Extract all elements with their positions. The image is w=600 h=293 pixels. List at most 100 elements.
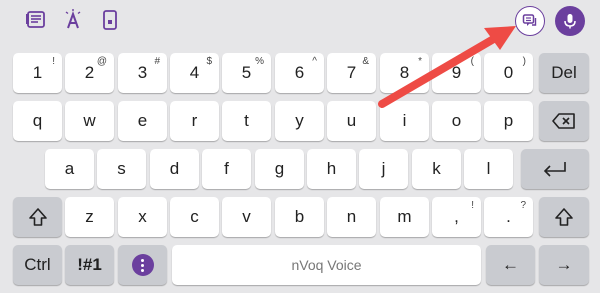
key-t[interactable]: t (222, 101, 271, 141)
key-h[interactable]: h (307, 149, 356, 189)
zxcv-row: z x c v b n m ,! .? (0, 197, 600, 239)
key-main-label: 4 (189, 63, 200, 82)
key-6[interactable]: 6 ^ (275, 53, 324, 93)
key-main-label: 1 (32, 63, 43, 82)
key-main-label: i (402, 111, 407, 130)
key-j[interactable]: j (359, 149, 408, 189)
key-x[interactable]: x (118, 197, 167, 237)
key-main-label: 3 (137, 63, 148, 82)
key-z[interactable]: z (65, 197, 114, 237)
symbols-key[interactable]: !#1 (65, 245, 114, 285)
key-main-label: 7 (346, 63, 357, 82)
voice-panel-icon[interactable] (515, 6, 545, 36)
backspace-icon (552, 113, 575, 129)
key-main-label: w (83, 111, 96, 130)
key-hint: $ (206, 56, 212, 67)
key-m[interactable]: m (380, 197, 429, 237)
key-hint: ( (470, 56, 474, 67)
key-c[interactable]: c (170, 197, 219, 237)
space-key-label: nVoq Voice (291, 257, 362, 273)
key-comma[interactable]: ,! (432, 197, 481, 237)
key-main-label: n (346, 207, 357, 226)
key-p[interactable]: p (484, 101, 533, 141)
space-key[interactable]: nVoq Voice (172, 245, 481, 285)
more-options-icon (131, 254, 154, 276)
key-u[interactable]: u (327, 101, 376, 141)
keyboard-toolbar (0, 0, 600, 40)
key-4[interactable]: 4 $ (170, 53, 219, 93)
key-1[interactable]: 1! (13, 53, 62, 93)
key-main-label: x (138, 207, 147, 226)
backspace-key[interactable] (539, 101, 589, 141)
qwerty-row: q w e r t y u i o p (0, 101, 600, 143)
number-row: 1! 2 @ 3 # 4 $ 5% 6 ^ 7 & 8 * 9( 0) Del (0, 53, 600, 95)
key-main-label: t (244, 111, 249, 130)
key-s[interactable]: s (97, 149, 146, 189)
key-main-label: r (191, 111, 198, 130)
key-hint: ! (471, 200, 474, 211)
clipboard-list-icon[interactable] (22, 6, 50, 34)
key-r[interactable]: r (170, 101, 219, 141)
del-key-label: Del (551, 63, 577, 82)
key-d[interactable]: d (150, 149, 199, 189)
key-9[interactable]: 9( (432, 53, 481, 93)
key-e[interactable]: e (118, 101, 167, 141)
key-0[interactable]: 0) (484, 53, 533, 93)
arrow-left-icon: ← (502, 255, 519, 274)
text-format-icon[interactable] (59, 6, 87, 34)
key-3[interactable]: 3 # (118, 53, 167, 93)
key-main-label: 8 (399, 63, 410, 82)
key-n[interactable]: n (327, 197, 376, 237)
phone-device-icon[interactable] (96, 6, 124, 34)
key-f[interactable]: f (202, 149, 251, 189)
key-main-label: . (506, 207, 511, 226)
ctrl-key-label: Ctrl (24, 255, 51, 274)
key-a[interactable]: a (45, 149, 94, 189)
key-main-label: 9 (451, 63, 462, 82)
key-main-label: o (451, 111, 462, 130)
key-main-label: c (190, 207, 199, 226)
key-2[interactable]: 2 @ (65, 53, 114, 93)
key-g[interactable]: g (255, 149, 304, 189)
ctrl-key[interactable]: Ctrl (13, 245, 62, 285)
key-main-label: 5 (241, 63, 252, 82)
key-hint: @ (96, 56, 107, 67)
key-main-label: y (295, 111, 304, 130)
key-5[interactable]: 5% (222, 53, 271, 93)
key-b[interactable]: b (275, 197, 324, 237)
key-main-label: p (503, 111, 514, 130)
key-o[interactable]: o (432, 101, 481, 141)
key-main-label: v (242, 207, 251, 226)
key-main-label: f (224, 159, 229, 178)
key-main-label: k (432, 159, 441, 178)
key-q[interactable]: q (13, 101, 62, 141)
key-k[interactable]: k (412, 149, 461, 189)
key-7[interactable]: 7 & (327, 53, 376, 93)
key-main-label: , (454, 207, 459, 226)
shift-key-right[interactable] (539, 197, 589, 237)
key-main-label: q (32, 111, 43, 130)
key-i[interactable]: i (380, 101, 429, 141)
options-key[interactable] (118, 245, 167, 285)
key-main-label: 2 (84, 63, 95, 82)
key-8[interactable]: 8 * (380, 53, 429, 93)
microphone-icon[interactable] (555, 6, 585, 36)
enter-key[interactable] (521, 149, 589, 189)
key-main-label: l (486, 159, 491, 178)
key-hint: * (418, 56, 422, 67)
key-y[interactable]: y (275, 101, 324, 141)
key-main-label: z (85, 207, 94, 226)
cursor-right-key[interactable]: → (539, 245, 589, 285)
key-l[interactable]: l (464, 149, 513, 189)
cursor-left-key[interactable]: ← (486, 245, 535, 285)
key-main-label: 6 (294, 63, 305, 82)
arrow-right-icon: → (555, 255, 573, 274)
shift-key-left[interactable] (13, 197, 62, 237)
key-period[interactable]: .? (484, 197, 533, 237)
key-hint: & (362, 56, 369, 67)
del-key[interactable]: Del (539, 53, 589, 93)
key-main-label: b (294, 207, 305, 226)
key-main-label: d (169, 159, 180, 178)
key-v[interactable]: v (222, 197, 271, 237)
key-w[interactable]: w (65, 101, 114, 141)
